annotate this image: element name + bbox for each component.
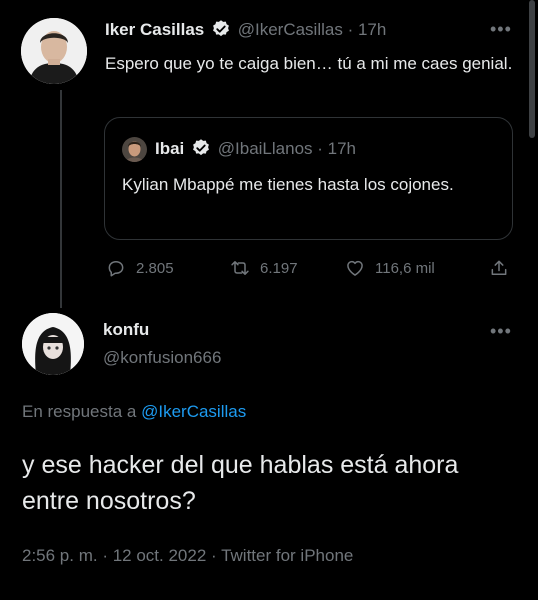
iker-handle[interactable]: @IkerCasillas (238, 20, 343, 39)
reply-icon (108, 261, 124, 277)
scrollbar[interactable] (529, 0, 535, 138)
verified-badge-icon (193, 139, 209, 156)
reply-action[interactable]: 2.805 (106, 258, 174, 278)
ibai-avatar[interactable] (122, 137, 147, 162)
konfu-avatar-image (22, 313, 84, 375)
iker-time[interactable]: · 17h (348, 20, 387, 39)
verified-badge-icon (213, 20, 229, 37)
retweet-count: 6.197 (260, 259, 298, 277)
iker-header: Iker Casillas @IkerCasillas · 17h (105, 19, 386, 42)
thread-line (60, 90, 62, 308)
iker-tweet-text: Espero que yo te caiga bien… tú a mi me … (105, 54, 513, 73)
retweet-icon (231, 261, 249, 275)
like-action[interactable]: 116,6 mil (345, 258, 435, 278)
reply-count: 2.805 (136, 259, 174, 277)
reply-prefix: En respuesta a (22, 402, 137, 421)
like-icon (347, 260, 363, 276)
reply-timestamp[interactable]: 2:56 p. m. · 12 oct. 2022 · Twitter for … (22, 545, 353, 567)
more-icon[interactable]: ••• (490, 322, 512, 340)
reply-tweet-text: y ese hacker del que hablas está ahora e… (22, 451, 459, 515)
more-icon[interactable]: ••• (490, 20, 512, 38)
reply-to-link[interactable]: @IkerCasillas (141, 402, 246, 421)
ibai-name: Ibai (155, 139, 185, 158)
konfu-avatar[interactable] (22, 313, 84, 375)
share-icon (491, 260, 507, 275)
iker-avatar[interactable] (21, 18, 87, 84)
reply-context: En respuesta a @IkerCasillas (22, 401, 246, 423)
ibai-time: · 17h (317, 139, 357, 158)
ibai-avatar-image (122, 137, 147, 162)
retweet-action[interactable]: 6.197 (230, 258, 298, 278)
konfu-handle[interactable]: @konfusion666 (103, 347, 221, 369)
konfu-name[interactable]: konfu (103, 319, 149, 341)
iker-name[interactable]: Iker Casillas (105, 20, 204, 39)
like-count: 116,6 mil (375, 259, 435, 277)
ibai-header: Ibai @IbaiLlanos · 17h (155, 138, 356, 161)
ibai-tweet-text: Kylian Mbappé me tienes hasta los cojone… (122, 175, 454, 194)
share-action[interactable] (489, 258, 509, 278)
ibai-handle: @IbaiLlanos (217, 139, 313, 158)
iker-avatar-image (21, 18, 87, 84)
